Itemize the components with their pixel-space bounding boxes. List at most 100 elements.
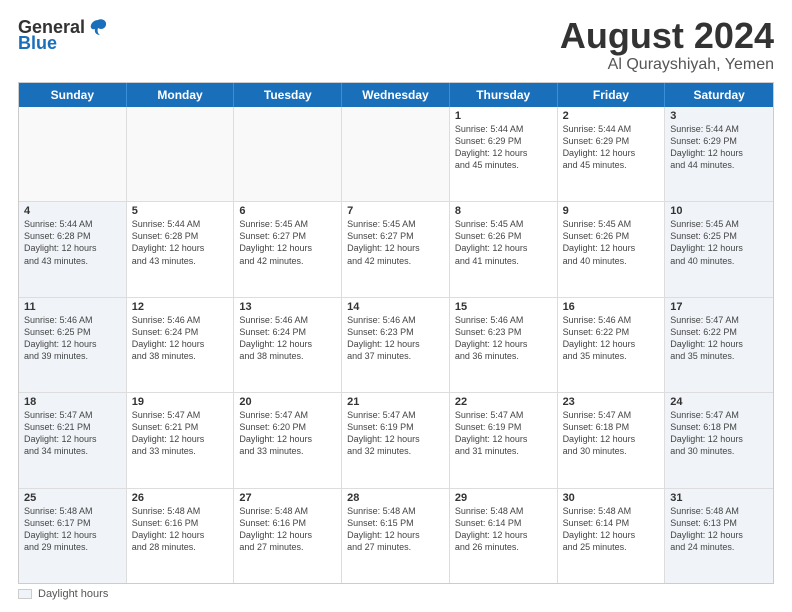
day-info: Sunrise: 5:47 AM Sunset: 6:18 PM Dayligh… — [563, 409, 660, 458]
day-number: 19 — [132, 396, 229, 408]
day-number: 30 — [563, 492, 660, 504]
calendar-row-0: 1 Sunrise: 5:44 AM Sunset: 6:29 PM Daylig… — [19, 107, 773, 202]
logo-bird-icon — [87, 16, 109, 38]
day-cell-13: 13Sunrise: 5:46 AM Sunset: 6:24 PM Dayli… — [234, 298, 342, 392]
day-info: Sunrise: 5:46 AM Sunset: 6:24 PM Dayligh… — [239, 314, 336, 363]
day-number: 22 — [455, 396, 552, 408]
day-number: 31 — [670, 492, 768, 504]
calendar-header: SundayMondayTuesdayWednesdayThursdayFrid… — [19, 83, 773, 107]
day-info: Sunrise: 5:45 AM Sunset: 6:26 PM Dayligh… — [563, 218, 660, 267]
header-day-monday: Monday — [127, 83, 235, 107]
day-cell-25: 25Sunrise: 5:48 AM Sunset: 6:17 PM Dayli… — [19, 489, 127, 583]
day-info: Sunrise: 5:47 AM Sunset: 6:19 PM Dayligh… — [455, 409, 552, 458]
day-number: 24 — [670, 396, 768, 408]
day-cell-5: 5Sunrise: 5:44 AM Sunset: 6:28 PM Daylig… — [127, 202, 235, 296]
day-number: 7 — [347, 205, 444, 217]
day-info: Sunrise: 5:47 AM Sunset: 6:21 PM Dayligh… — [132, 409, 229, 458]
top-section: General Blue August 2024 Al Qurayshiyah,… — [18, 16, 774, 74]
day-info: Sunrise: 5:48 AM Sunset: 6:16 PM Dayligh… — [239, 505, 336, 554]
day-info: Sunrise: 5:48 AM Sunset: 6:13 PM Dayligh… — [670, 505, 768, 554]
day-cell-20: 20Sunrise: 5:47 AM Sunset: 6:20 PM Dayli… — [234, 393, 342, 487]
empty-cell — [234, 107, 342, 201]
day-info: Sunrise: 5:47 AM Sunset: 6:20 PM Dayligh… — [239, 409, 336, 458]
day-number: 13 — [239, 301, 336, 313]
day-info: Sunrise: 5:48 AM Sunset: 6:16 PM Dayligh… — [132, 505, 229, 554]
day-info: Sunrise: 5:44 AM Sunset: 6:29 PM Dayligh… — [563, 123, 660, 172]
day-info: Sunrise: 5:45 AM Sunset: 6:27 PM Dayligh… — [239, 218, 336, 267]
calendar-row-1: 4Sunrise: 5:44 AM Sunset: 6:28 PM Daylig… — [19, 202, 773, 297]
day-info: Sunrise: 5:48 AM Sunset: 6:17 PM Dayligh… — [24, 505, 121, 554]
day-number: 8 — [455, 205, 552, 217]
day-info: Sunrise: 5:47 AM Sunset: 6:22 PM Dayligh… — [670, 314, 768, 363]
logo-blue: Blue — [18, 34, 57, 52]
empty-cell — [342, 107, 450, 201]
day-info: Sunrise: 5:47 AM Sunset: 6:19 PM Dayligh… — [347, 409, 444, 458]
day-cell-28: 28Sunrise: 5:48 AM Sunset: 6:15 PM Dayli… — [342, 489, 450, 583]
day-cell-11: 11Sunrise: 5:46 AM Sunset: 6:25 PM Dayli… — [19, 298, 127, 392]
calendar-row-3: 18Sunrise: 5:47 AM Sunset: 6:21 PM Dayli… — [19, 393, 773, 488]
day-info: Sunrise: 5:46 AM Sunset: 6:23 PM Dayligh… — [455, 314, 552, 363]
header-day-saturday: Saturday — [665, 83, 773, 107]
day-number: 17 — [670, 301, 768, 313]
day-number: 21 — [347, 396, 444, 408]
day-cell-14: 14Sunrise: 5:46 AM Sunset: 6:23 PM Dayli… — [342, 298, 450, 392]
day-number: 27 — [239, 492, 336, 504]
title-section: August 2024 Al Qurayshiyah, Yemen — [560, 16, 774, 74]
day-cell-6: 6Sunrise: 5:45 AM Sunset: 6:27 PM Daylig… — [234, 202, 342, 296]
day-number: 28 — [347, 492, 444, 504]
calendar-body: 1 Sunrise: 5:44 AM Sunset: 6:29 PM Daylig… — [19, 107, 773, 583]
daylight-label: Daylight hours — [38, 588, 108, 600]
day-info: Sunrise: 5:47 AM Sunset: 6:18 PM Dayligh… — [670, 409, 768, 458]
day-cell-3: 3Sunrise: 5:44 AM Sunset: 6:29 PM Daylig… — [665, 107, 773, 201]
day-number: 26 — [132, 492, 229, 504]
day-cell-22: 22Sunrise: 5:47 AM Sunset: 6:19 PM Dayli… — [450, 393, 558, 487]
day-cell-8: 8Sunrise: 5:45 AM Sunset: 6:26 PM Daylig… — [450, 202, 558, 296]
day-cell-1: 1Sunrise: 5:44 AM Sunset: 6:29 PM Daylig… — [450, 107, 558, 201]
day-cell-31: 31Sunrise: 5:48 AM Sunset: 6:13 PM Dayli… — [665, 489, 773, 583]
day-number: 18 — [24, 396, 121, 408]
day-cell-29: 29Sunrise: 5:48 AM Sunset: 6:14 PM Dayli… — [450, 489, 558, 583]
day-number: 3 — [670, 110, 768, 122]
day-cell-10: 10Sunrise: 5:45 AM Sunset: 6:25 PM Dayli… — [665, 202, 773, 296]
day-number: 2 — [563, 110, 660, 122]
day-cell-18: 18Sunrise: 5:47 AM Sunset: 6:21 PM Dayli… — [19, 393, 127, 487]
day-info: Sunrise: 5:48 AM Sunset: 6:14 PM Dayligh… — [455, 505, 552, 554]
day-info: Sunrise: 5:44 AM Sunset: 6:28 PM Dayligh… — [132, 218, 229, 267]
day-number: 14 — [347, 301, 444, 313]
day-info: Sunrise: 5:48 AM Sunset: 6:15 PM Dayligh… — [347, 505, 444, 554]
header-day-wednesday: Wednesday — [342, 83, 450, 107]
daylight-swatch — [18, 589, 32, 599]
day-info: Sunrise: 5:46 AM Sunset: 6:24 PM Dayligh… — [132, 314, 229, 363]
subtitle: Al Qurayshiyah, Yemen — [560, 56, 774, 74]
day-cell-7: 7Sunrise: 5:45 AM Sunset: 6:27 PM Daylig… — [342, 202, 450, 296]
day-info: Sunrise: 5:44 AM Sunset: 6:29 PM Dayligh… — [670, 123, 768, 172]
header-day-sunday: Sunday — [19, 83, 127, 107]
day-info: Sunrise: 5:45 AM Sunset: 6:25 PM Dayligh… — [670, 218, 768, 267]
day-cell-19: 19Sunrise: 5:47 AM Sunset: 6:21 PM Dayli… — [127, 393, 235, 487]
day-number: 9 — [563, 205, 660, 217]
calendar-row-4: 25Sunrise: 5:48 AM Sunset: 6:17 PM Dayli… — [19, 489, 773, 583]
day-number: 12 — [132, 301, 229, 313]
day-number: 29 — [455, 492, 552, 504]
day-cell-21: 21Sunrise: 5:47 AM Sunset: 6:19 PM Dayli… — [342, 393, 450, 487]
logo: General Blue — [18, 16, 109, 52]
day-info: Sunrise: 5:48 AM Sunset: 6:14 PM Dayligh… — [563, 505, 660, 554]
day-number: 20 — [239, 396, 336, 408]
calendar-row-2: 11Sunrise: 5:46 AM Sunset: 6:25 PM Dayli… — [19, 298, 773, 393]
day-number: 23 — [563, 396, 660, 408]
day-cell-23: 23Sunrise: 5:47 AM Sunset: 6:18 PM Dayli… — [558, 393, 666, 487]
empty-cell — [19, 107, 127, 201]
day-number: 1 — [455, 110, 552, 122]
day-cell-15: 15Sunrise: 5:46 AM Sunset: 6:23 PM Dayli… — [450, 298, 558, 392]
day-info: Sunrise: 5:45 AM Sunset: 6:26 PM Dayligh… — [455, 218, 552, 267]
day-cell-30: 30Sunrise: 5:48 AM Sunset: 6:14 PM Dayli… — [558, 489, 666, 583]
footer: Daylight hours — [18, 588, 774, 600]
day-cell-2: 2Sunrise: 5:44 AM Sunset: 6:29 PM Daylig… — [558, 107, 666, 201]
day-info: Sunrise: 5:46 AM Sunset: 6:25 PM Dayligh… — [24, 314, 121, 363]
page: General Blue August 2024 Al Qurayshiyah,… — [0, 0, 792, 612]
day-number: 6 — [239, 205, 336, 217]
day-cell-17: 17Sunrise: 5:47 AM Sunset: 6:22 PM Dayli… — [665, 298, 773, 392]
calendar: SundayMondayTuesdayWednesdayThursdayFrid… — [18, 82, 774, 584]
day-info: Sunrise: 5:46 AM Sunset: 6:22 PM Dayligh… — [563, 314, 660, 363]
day-info: Sunrise: 5:47 AM Sunset: 6:21 PM Dayligh… — [24, 409, 121, 458]
